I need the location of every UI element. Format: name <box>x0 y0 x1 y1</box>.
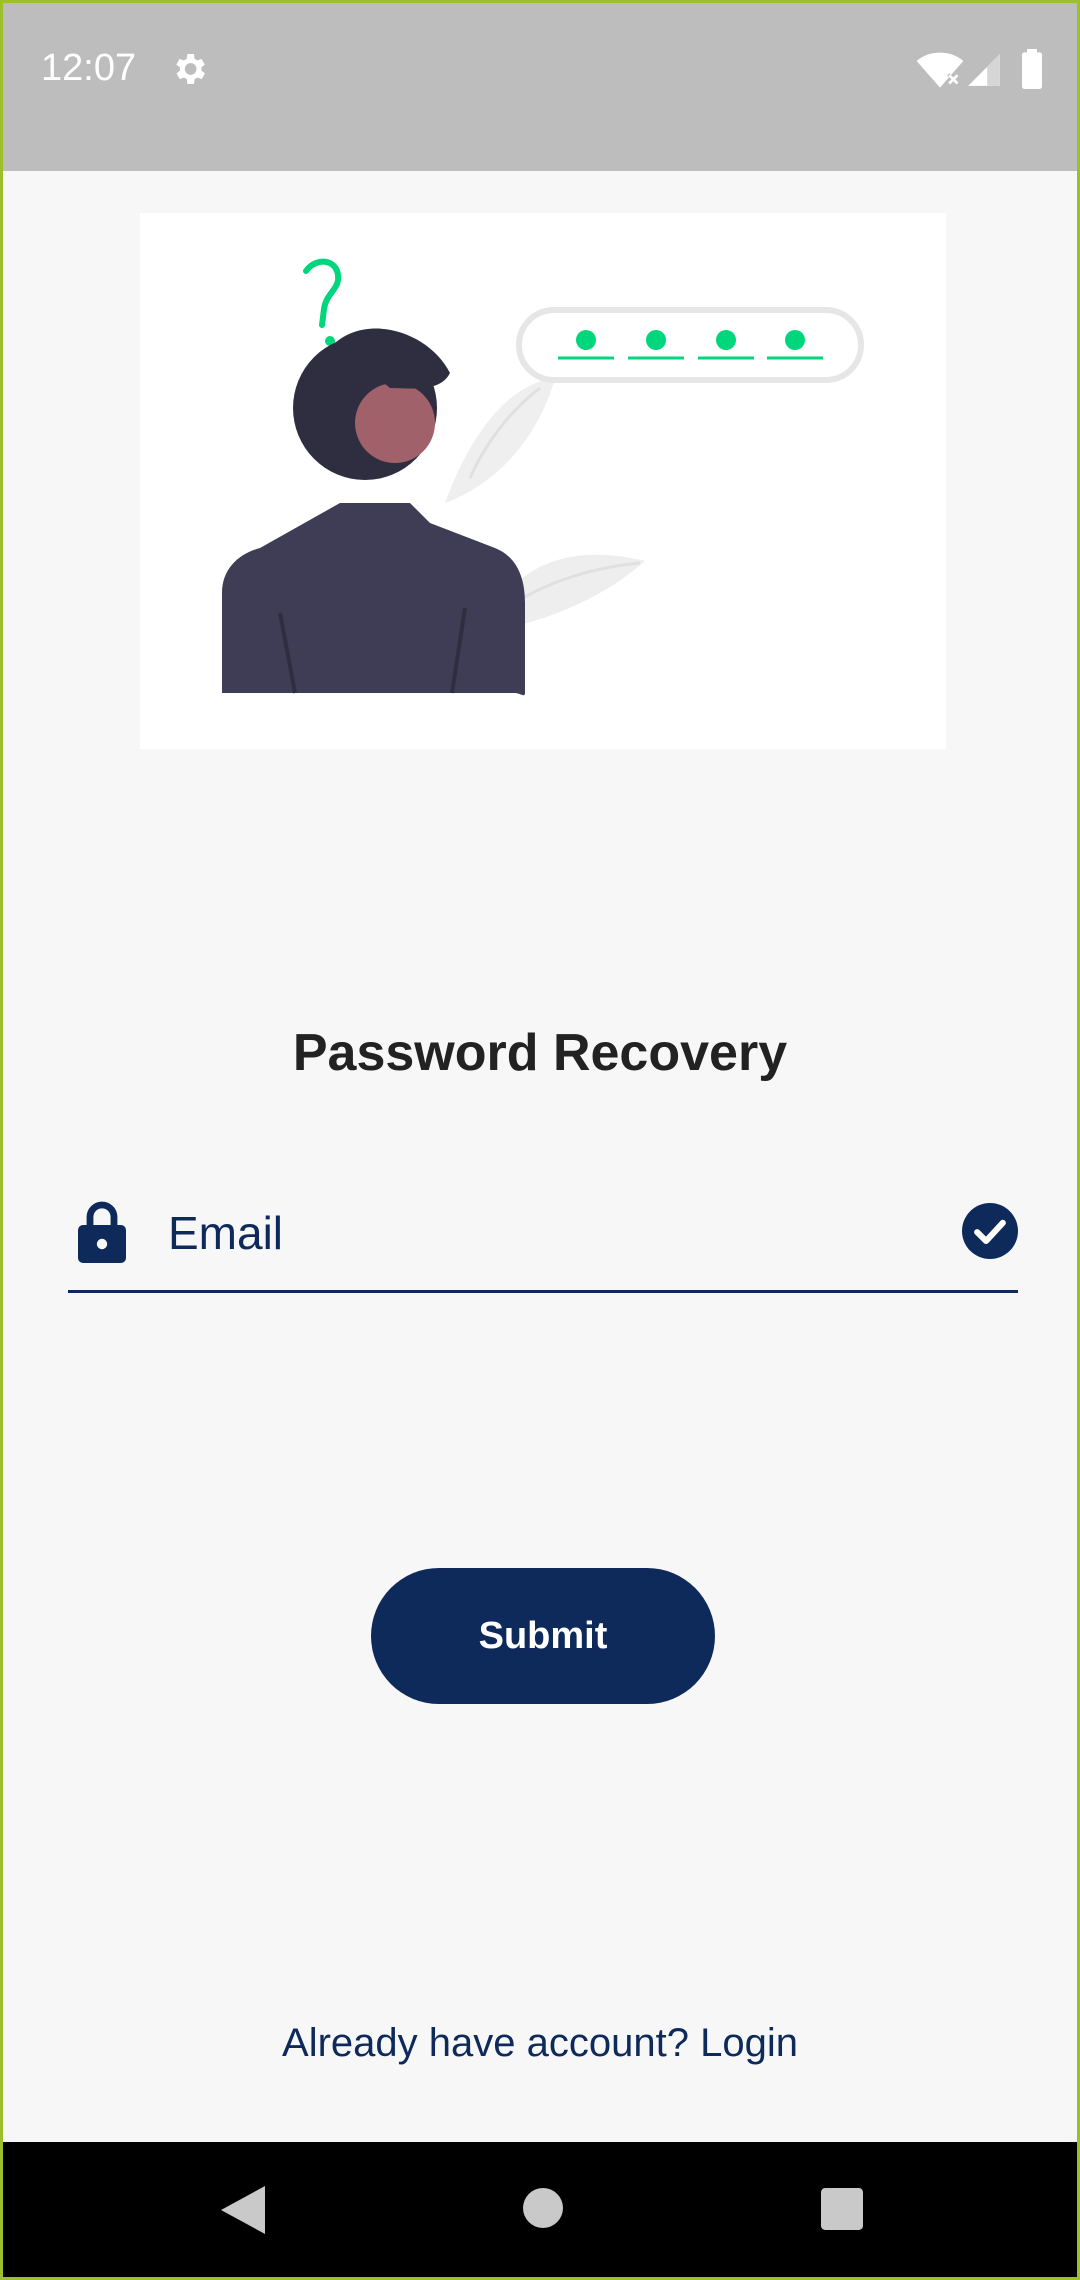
status-time: 12:07 <box>41 47 137 89</box>
status-bar: 12:07 <box>3 3 1077 171</box>
battery-icon <box>1022 49 1042 89</box>
lock-icon <box>78 1201 126 1263</box>
settings-gear-icon <box>176 54 205 84</box>
app-screen: 12:07 Password Recovery Email Submit Alr… <box>0 0 1080 2280</box>
check-circle-icon <box>962 1203 1018 1259</box>
recents-icon[interactable] <box>821 2188 863 2230</box>
navigation-bar <box>3 2142 1077 2277</box>
page-title: Password Recovery <box>292 1024 788 1082</box>
wifi-off-icon <box>916 52 964 88</box>
person-password-illustration <box>222 258 864 696</box>
login-link[interactable]: Already have account? Login <box>3 2021 1077 2066</box>
back-icon[interactable] <box>221 2186 265 2234</box>
forgot-password-illustration <box>140 213 946 749</box>
home-icon[interactable] <box>523 2188 563 2228</box>
submit-button[interactable]: Submit <box>371 1568 715 1704</box>
email-field[interactable] <box>68 1183 1018 1293</box>
cell-signal-icon <box>968 54 1000 86</box>
email-input[interactable] <box>168 1193 868 1273</box>
